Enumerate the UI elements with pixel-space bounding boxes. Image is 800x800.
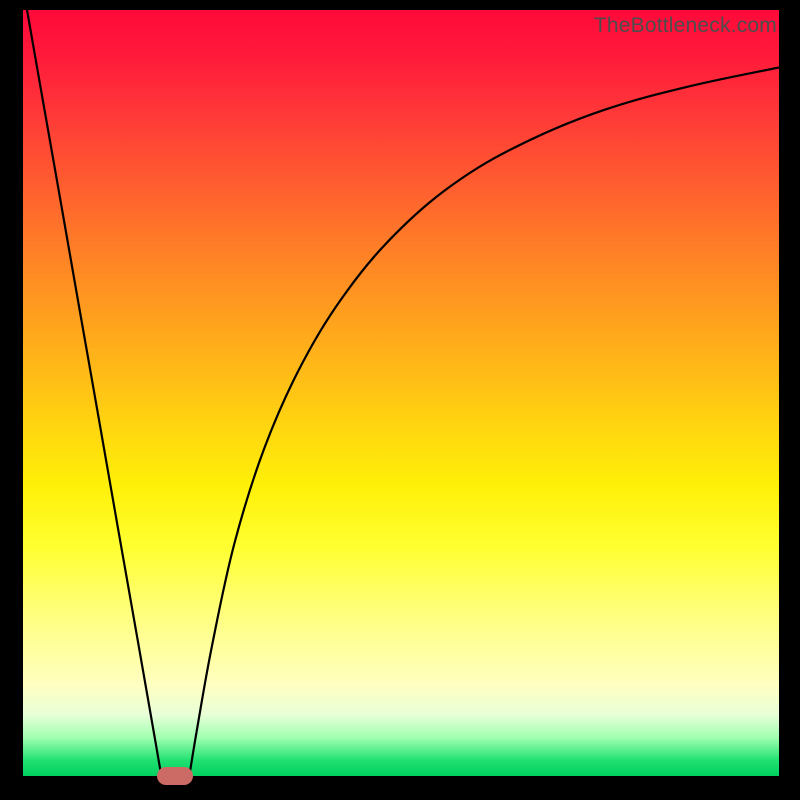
plot-area <box>23 10 779 776</box>
chart-frame: TheBottleneck.com <box>0 0 800 800</box>
optimum-marker <box>157 767 193 785</box>
right-curve <box>189 67 779 776</box>
left-curve <box>23 10 161 776</box>
curve-layer <box>23 10 779 776</box>
attribution-text: TheBottleneck.com <box>594 14 777 38</box>
